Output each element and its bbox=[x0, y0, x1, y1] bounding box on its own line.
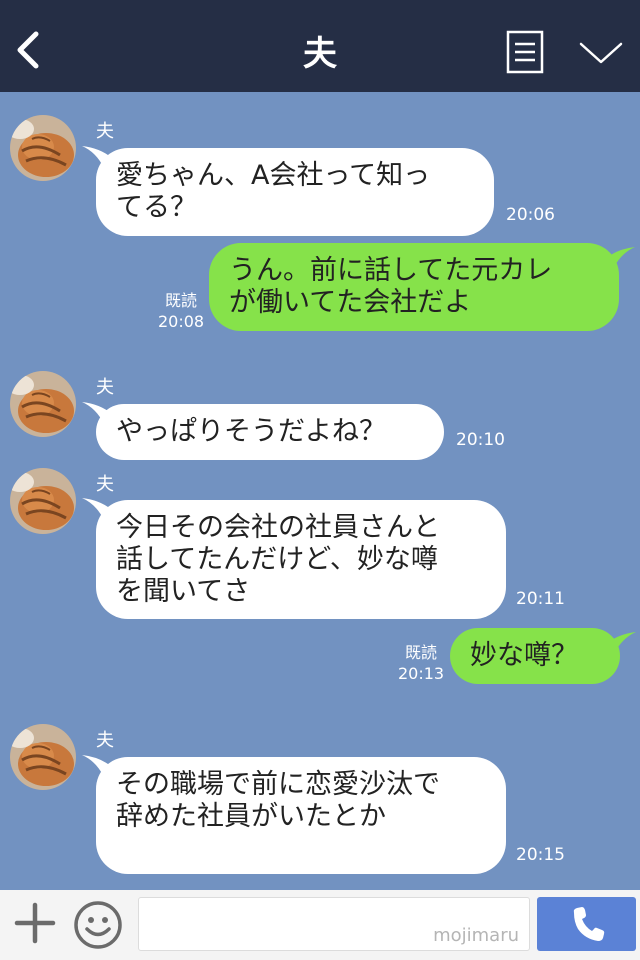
call-button[interactable] bbox=[537, 897, 636, 951]
back-button[interactable] bbox=[10, 26, 50, 74]
cat-avatar-icon bbox=[10, 724, 76, 790]
watermark: mojimaru bbox=[433, 925, 519, 946]
message-time: 20:11 bbox=[516, 589, 565, 609]
message-text: その職場で前に恋愛沙汰で 辞めた社員がいたとか bbox=[116, 769, 440, 832]
avatar[interactable] bbox=[10, 468, 76, 534]
chat-header: 夫 bbox=[0, 0, 640, 92]
message-bubble[interactable]: 妙な噂？ bbox=[450, 628, 636, 684]
notes-button[interactable] bbox=[506, 30, 544, 74]
message-bubble[interactable]: やっぱりそうだよね？ bbox=[82, 402, 444, 460]
chat-area[interactable]: 夫 愛ちゃん、A会社って知っ てる？ 20:06 既読 20:08 うん。前に話… bbox=[0, 92, 640, 890]
add-attachment-button[interactable] bbox=[14, 902, 56, 944]
read-status: 既読 20:08 bbox=[158, 290, 204, 332]
message-time: 20:06 bbox=[506, 205, 555, 225]
message-bubble[interactable]: うん。前に話してた元カレ が働いてた会社だよ bbox=[209, 243, 635, 331]
sender-name: 夫 bbox=[96, 730, 114, 751]
chat-title: 夫 bbox=[303, 34, 337, 74]
message-text: 今日その会社の社員さんと 話してたんだけど、妙な噂 を聞いてさ bbox=[116, 512, 440, 607]
message-text: 愛ちゃん、A会社って知っ てる？ bbox=[116, 160, 431, 223]
notes-icon bbox=[506, 30, 544, 74]
chevron-down-icon bbox=[579, 42, 623, 64]
cat-avatar-icon bbox=[10, 371, 76, 437]
read-status: 既読 20:13 bbox=[398, 642, 444, 684]
bubble-tail bbox=[82, 498, 112, 520]
avatar[interactable] bbox=[10, 724, 76, 790]
read-label: 既読 bbox=[405, 643, 438, 662]
sender-name: 夫 bbox=[96, 121, 114, 142]
bubble-tail bbox=[82, 755, 112, 777]
sender-name: 夫 bbox=[96, 377, 114, 398]
phone-icon bbox=[573, 907, 605, 941]
smiley-icon bbox=[74, 901, 122, 949]
cat-avatar-icon bbox=[10, 468, 76, 534]
message-time: 20:13 bbox=[398, 664, 445, 683]
message-text: うん。前に話してた元カレ が働いてた会社だよ bbox=[229, 255, 553, 318]
read-label: 既読 bbox=[165, 291, 198, 310]
message-time: 20:15 bbox=[516, 845, 565, 865]
message-text: やっぱりそうだよね？ bbox=[116, 416, 386, 447]
message-bubble[interactable]: 今日その会社の社員さんと 話してたんだけど、妙な噂 を聞いてさ bbox=[82, 498, 506, 619]
cat-avatar-icon bbox=[10, 115, 76, 181]
sender-name: 夫 bbox=[96, 474, 114, 495]
chevron-left-icon bbox=[17, 31, 39, 69]
message-input[interactable]: mojimaru bbox=[138, 897, 530, 951]
bubble-tail bbox=[605, 247, 635, 269]
menu-button[interactable] bbox=[578, 34, 624, 74]
message-time: 20:08 bbox=[158, 312, 205, 331]
message-bubble[interactable]: その職場で前に恋愛沙汰で 辞めた社員がいたとか bbox=[82, 755, 506, 874]
bubble-tail bbox=[82, 402, 112, 424]
bubble-tail bbox=[606, 632, 636, 654]
message-text: 妙な噂？ bbox=[470, 640, 578, 671]
message-bubble[interactable]: 愛ちゃん、A会社って知っ てる？ bbox=[82, 146, 494, 236]
avatar[interactable] bbox=[10, 371, 76, 437]
emoji-button[interactable] bbox=[73, 900, 123, 950]
avatar[interactable] bbox=[10, 115, 76, 181]
bubble-tail bbox=[82, 146, 112, 168]
message-time: 20:10 bbox=[456, 430, 505, 450]
plus-icon bbox=[14, 902, 56, 944]
